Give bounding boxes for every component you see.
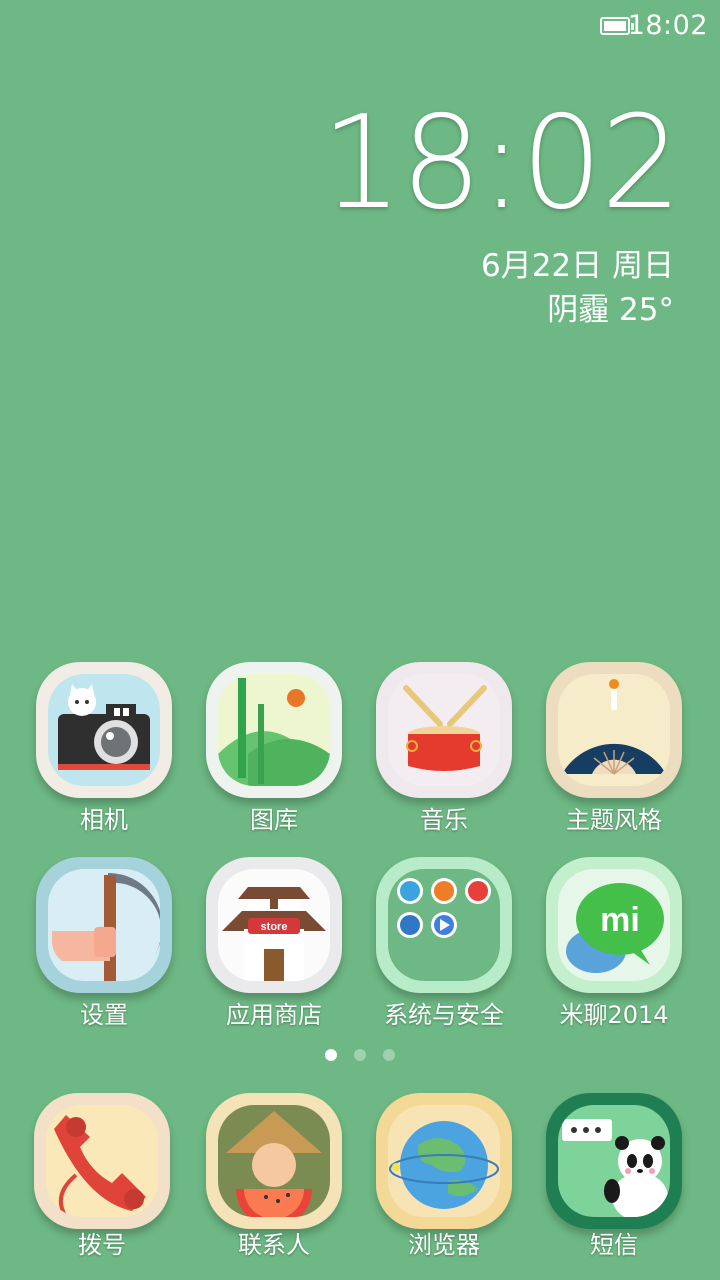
folder-system-security[interactable]: 系统与安全 — [359, 857, 529, 1030]
globe-icon — [388, 1105, 500, 1217]
phone-icon — [46, 1105, 158, 1217]
folder-icon — [388, 869, 500, 981]
app-themes[interactable]: 主题风格 — [529, 662, 699, 835]
mi-chat-icon: mi — [558, 869, 670, 981]
svg-text:mi: mi — [600, 901, 640, 939]
app-label: 米聊2014 — [559, 1001, 669, 1029]
app-camera[interactable]: 相机 — [19, 662, 189, 835]
clock-widget-time[interactable]: 18:02 — [321, 100, 682, 228]
app-label: 主题风格 — [566, 806, 662, 834]
page-dot[interactable] — [383, 1049, 395, 1061]
clock-widget-weather: 阴霾 25° — [547, 292, 674, 328]
page-dot[interactable] — [354, 1049, 366, 1061]
app-mi-chat[interactable]: mi 米聊2014 — [529, 857, 699, 1030]
contacts-icon — [218, 1105, 330, 1217]
app-label: 应用商店 — [226, 1001, 322, 1029]
app-messages[interactable]: 短信 — [529, 1093, 699, 1260]
app-store[interactable]: store 应用商店 — [189, 857, 359, 1030]
status-time: 18:02 — [627, 10, 708, 41]
fan-icon — [558, 674, 670, 786]
app-label: 相机 — [80, 806, 128, 834]
battery-icon — [600, 17, 634, 35]
app-label: 图库 — [250, 806, 298, 834]
app-label: 联系人 — [238, 1231, 310, 1259]
app-label: 拨号 — [78, 1231, 126, 1259]
status-bar: 18:02 — [0, 0, 720, 54]
app-music[interactable]: 音乐 — [359, 662, 529, 835]
app-label: 音乐 — [420, 806, 468, 834]
clock-widget-date: 6月22日 周日 — [480, 248, 674, 284]
drum-icon — [388, 674, 500, 786]
app-label: 短信 — [590, 1231, 638, 1259]
app-label: 浏览器 — [408, 1231, 480, 1259]
app-label: 系统与安全 — [384, 1001, 504, 1029]
gallery-icon — [218, 674, 330, 786]
panda-message-icon — [558, 1105, 670, 1217]
store-icon: store — [218, 869, 330, 981]
app-settings[interactable]: 设置 — [19, 857, 189, 1030]
app-dialer[interactable]: 拨号 — [17, 1093, 187, 1260]
page-dot[interactable] — [325, 1049, 337, 1061]
app-label: 设置 — [80, 1001, 128, 1029]
camera-icon — [48, 674, 160, 786]
svg-text:store: store — [261, 921, 288, 933]
app-gallery[interactable]: 图库 — [189, 662, 359, 835]
sickle-icon — [48, 869, 160, 981]
page-indicator[interactable] — [0, 1049, 720, 1061]
app-contacts[interactable]: 联系人 — [189, 1093, 359, 1260]
app-browser[interactable]: 浏览器 — [359, 1093, 529, 1260]
